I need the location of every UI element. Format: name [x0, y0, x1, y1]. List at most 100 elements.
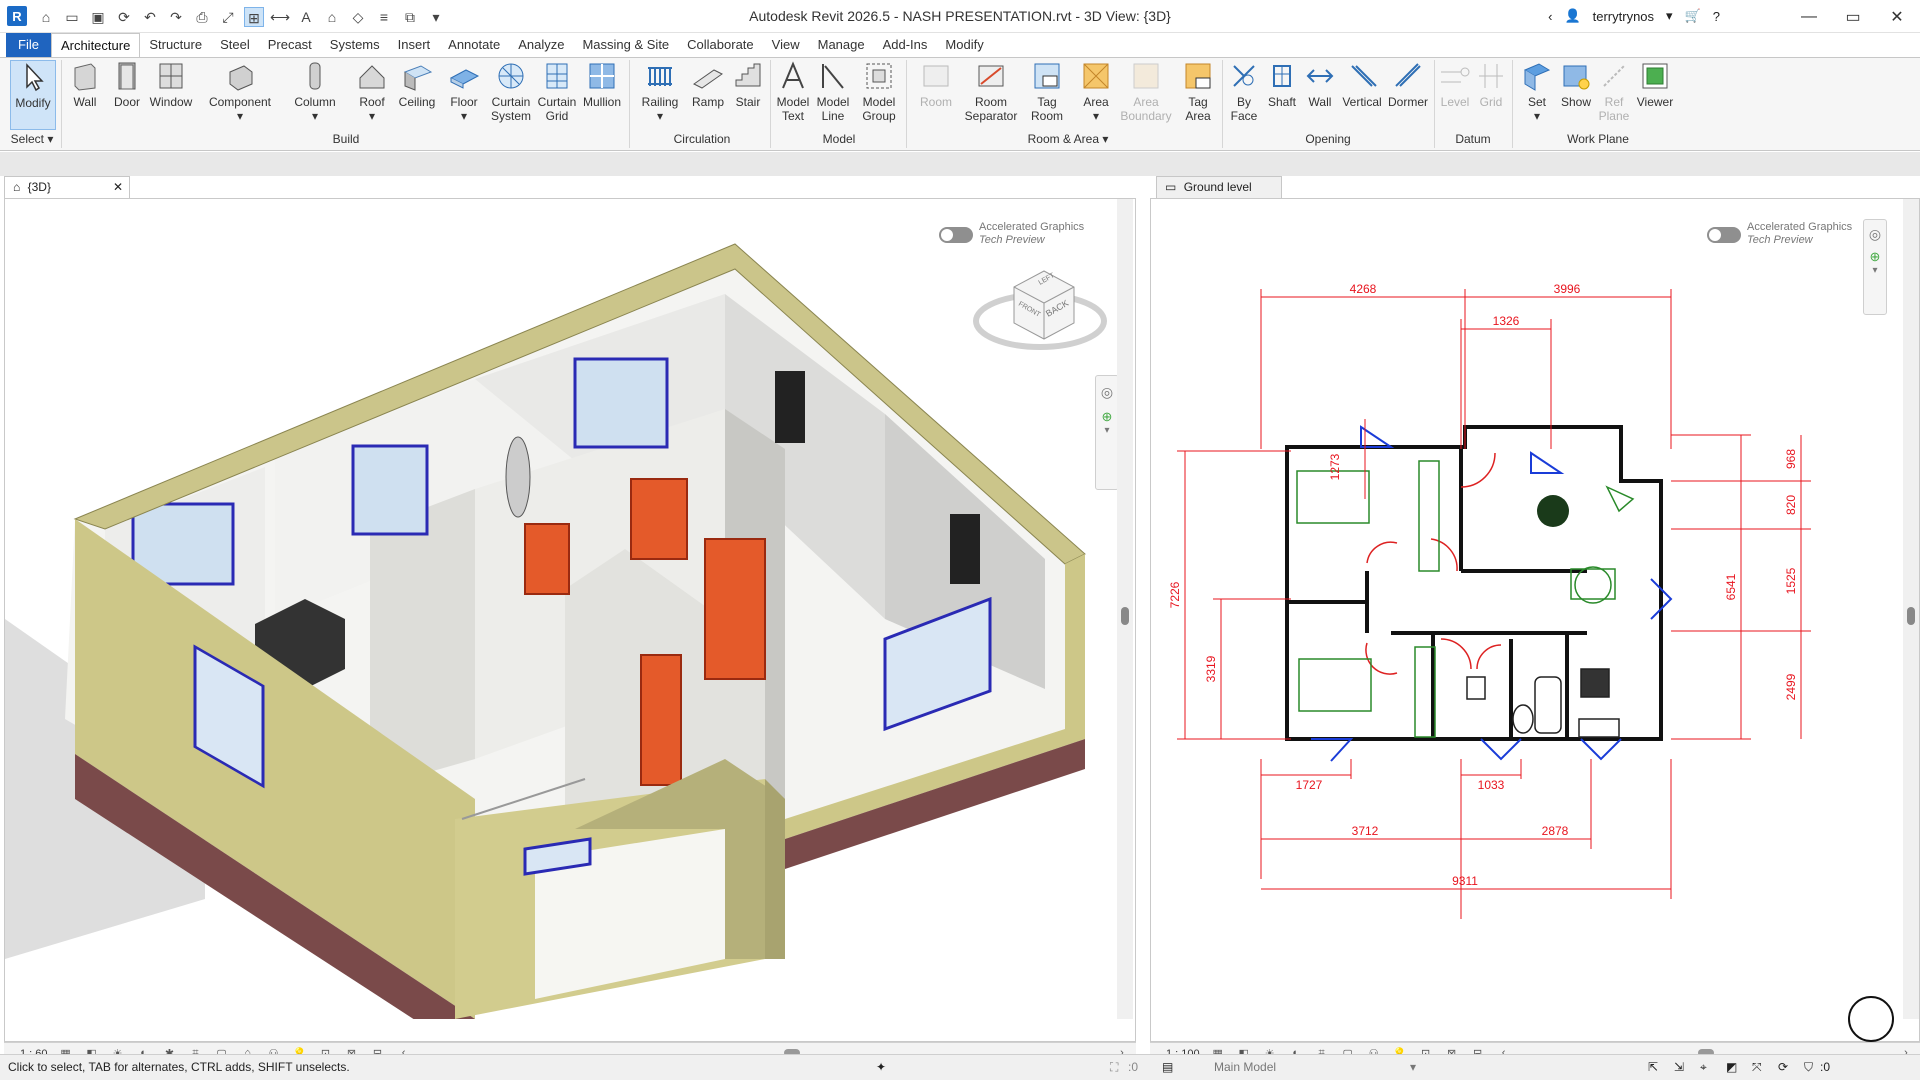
panel-select[interactable]: Select ▾	[4, 132, 60, 146]
mullion-button[interactable]: Mullion	[580, 60, 624, 109]
user-icon[interactable]: 👤	[1564, 8, 1580, 24]
door-button[interactable]: Door	[110, 60, 144, 109]
model-group-button[interactable]: Model Group	[858, 60, 900, 123]
column-button[interactable]: Column ▾	[290, 60, 340, 123]
viewer-button[interactable]: Viewer	[1634, 60, 1676, 109]
ceiling-button[interactable]: Ceiling	[396, 60, 438, 109]
dormer-button[interactable]: Dormer	[1386, 60, 1430, 109]
accelerated-graphics-toggle[interactable]	[939, 227, 973, 243]
tab-architecture[interactable]: Architecture	[50, 33, 141, 57]
window-button[interactable]: Window	[148, 60, 194, 109]
level-button[interactable]: Level	[1438, 60, 1472, 109]
curtain-grid-button[interactable]: Curtain Grid	[536, 60, 578, 123]
thin-lines-icon[interactable]: ≡	[374, 7, 394, 27]
stair-button[interactable]: Stair	[730, 60, 766, 109]
vertical-scrollbar-plan[interactable]	[1903, 199, 1919, 1019]
tab-steel[interactable]: Steel	[211, 33, 259, 57]
area-button[interactable]: Area ▾	[1078, 60, 1114, 123]
filter-icon[interactable]: ⛉	[1804, 1055, 1813, 1079]
customize-icon[interactable]: ▾	[426, 7, 446, 27]
floor-button[interactable]: Floor ▾	[446, 60, 482, 123]
panel-room-area[interactable]: Room & Area ▾	[918, 132, 1218, 146]
revit-logo[interactable]: R	[7, 6, 27, 26]
tab-systems[interactable]: Systems	[321, 33, 389, 57]
wall-button[interactable]: Wall	[68, 60, 102, 109]
dimension-icon[interactable]: ⟷	[270, 7, 290, 27]
zoom-icon[interactable]: ⊕	[1096, 409, 1118, 425]
username[interactable]: terrytrynos	[1593, 9, 1654, 24]
model-text-button[interactable]: Model Text	[774, 60, 812, 123]
switch-windows-icon[interactable]: ⧉	[400, 7, 420, 27]
tab-add-ins[interactable]: Add-Ins	[874, 33, 937, 57]
home-icon[interactable]: ⌂	[36, 7, 56, 27]
shaft-button[interactable]: Shaft	[1264, 60, 1300, 109]
railing-button[interactable]: Railing ▾	[638, 60, 682, 123]
tab-file[interactable]: File	[6, 33, 51, 57]
tab-structure[interactable]: Structure	[140, 33, 211, 57]
vertical-button[interactable]: Vertical	[1340, 60, 1384, 109]
chevron-down-icon[interactable]: ▾	[1096, 425, 1118, 436]
opening-wall-button[interactable]: Wall	[1302, 60, 1338, 109]
open-icon[interactable]: ▭	[62, 7, 82, 27]
tag-area-button[interactable]: Tag Area	[1178, 60, 1218, 123]
room-button[interactable]: Room	[918, 60, 954, 109]
undo-icon[interactable]: ↶	[140, 7, 160, 27]
tab-precast[interactable]: Precast	[259, 33, 321, 57]
view-cube[interactable]: LEFT FRONT BACK	[970, 251, 1110, 351]
tab-3d-view[interactable]: ⌂ {3D} ✕	[4, 176, 130, 198]
by-face-button[interactable]: By Face	[1226, 60, 1262, 123]
accelerated-graphics-toggle-plan[interactable]	[1707, 227, 1741, 243]
chevron-down-icon[interactable]: ▾	[1864, 265, 1886, 276]
model-line-button[interactable]: Model Line	[814, 60, 852, 123]
tab-manage[interactable]: Manage	[809, 33, 874, 57]
view-ground-level[interactable]: 4268 3996 1326 1273 7226 3319 968 820 15…	[1150, 198, 1920, 1042]
tab-analyze[interactable]: Analyze	[509, 33, 573, 57]
editing-requests-icon[interactable]: ▤	[1162, 1055, 1173, 1079]
close-icon[interactable]: ✕	[1876, 0, 1918, 33]
model-dropdown-icon[interactable]: ▾	[1410, 1055, 1416, 1079]
component-button[interactable]: Component ▾	[205, 60, 275, 123]
tag-room-button[interactable]: Tag Room	[1026, 60, 1068, 123]
select-by-face-icon[interactable]: ◩	[1726, 1055, 1737, 1079]
selection-filter-icon[interactable]: ⛶	[1110, 1055, 1118, 1079]
select-underlay-icon[interactable]: ⇲	[1674, 1055, 1684, 1079]
cart-icon[interactable]: 🛒	[1685, 8, 1701, 24]
align-icon[interactable]: ⊞	[244, 7, 264, 27]
drag-elements-icon[interactable]: ⤧	[1752, 1055, 1762, 1079]
steering-wheel-icon[interactable]: ◎	[1864, 226, 1886, 243]
steering-wheel-icon[interactable]: ◎	[1096, 384, 1118, 401]
chevron-down-icon[interactable]: ▾	[1666, 8, 1673, 24]
close-tab-icon[interactable]: ✕	[113, 177, 123, 197]
measure-icon[interactable]: ⤢	[218, 7, 238, 27]
tab-ground-level[interactable]: ▭ Ground level	[1156, 176, 1282, 198]
room-separator-button[interactable]: Room Separator	[964, 60, 1018, 123]
maximize-icon[interactable]: ▭	[1832, 0, 1874, 33]
background-processes-icon[interactable]: ⟳	[1778, 1055, 1788, 1079]
modify-button[interactable]: Modify	[10, 60, 56, 130]
show-button[interactable]: Show	[1558, 60, 1594, 109]
vertical-scrollbar[interactable]	[1117, 199, 1133, 1019]
section-icon[interactable]: ◇	[348, 7, 368, 27]
redo-icon[interactable]: ↷	[166, 7, 186, 27]
minimize-icon[interactable]: —	[1788, 0, 1830, 33]
tab-view[interactable]: View	[763, 33, 809, 57]
zoom-icon[interactable]: ⊕	[1864, 249, 1886, 265]
tab-massing-site[interactable]: Massing & Site	[573, 33, 678, 57]
text-icon[interactable]: A	[296, 7, 316, 27]
tab-modify[interactable]: Modify	[936, 33, 992, 57]
print-icon[interactable]: ⎙	[192, 7, 212, 27]
3d-icon[interactable]: ⌂	[322, 7, 342, 27]
set-button[interactable]: Set ▾	[1520, 60, 1554, 123]
select-pinned-icon[interactable]: ⌖	[1700, 1055, 1707, 1079]
tab-annotate[interactable]: Annotate	[439, 33, 509, 57]
tab-insert[interactable]: Insert	[389, 33, 440, 57]
navigation-bar[interactable]: ◎ ⊕ ▾	[1095, 375, 1119, 490]
select-links-icon[interactable]: ⇱	[1648, 1055, 1658, 1079]
back-icon[interactable]: ‹	[1548, 9, 1552, 24]
ref-plane-button[interactable]: Ref Plane	[1596, 60, 1632, 123]
save-icon[interactable]: ▣	[88, 7, 108, 27]
navigation-bar-plan[interactable]: ◎ ⊕ ▾	[1863, 219, 1887, 315]
view-3d[interactable]: Accelerated Graphics Tech Preview LEFT F…	[4, 198, 1136, 1042]
worksharing-monitor-icon[interactable]: ✦	[876, 1055, 886, 1079]
active-model-select[interactable]: Main Model	[1214, 1055, 1276, 1079]
